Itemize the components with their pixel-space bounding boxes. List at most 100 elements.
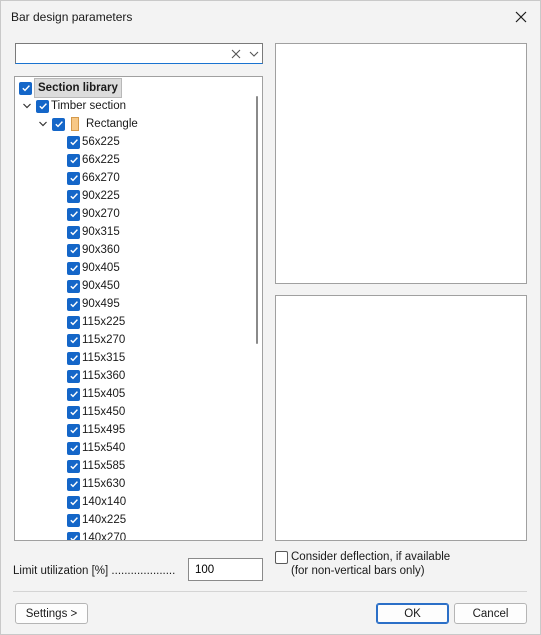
tree-item-label[interactable]: 115x630 [82, 475, 125, 493]
tree-item-label[interactable]: 90x225 [82, 187, 120, 205]
tree-item-row[interactable]: 90x450 [67, 277, 120, 295]
item-checkbox[interactable] [67, 153, 80, 167]
tree-item-label[interactable]: 56x225 [82, 133, 120, 151]
tree-item-row[interactable]: 115x495 [67, 421, 125, 439]
item-checkbox[interactable] [67, 333, 80, 347]
tree-item-row[interactable]: 115x630 [67, 475, 125, 493]
root-checkbox[interactable] [19, 81, 32, 95]
tree-item-row[interactable]: 115x360 [67, 367, 125, 385]
item-checkbox[interactable] [67, 387, 80, 401]
tree-item-label[interactable]: 115x450 [82, 403, 125, 421]
tree-item-row[interactable]: 115x540 [67, 439, 125, 457]
tree-item-label[interactable]: 140x140 [82, 493, 126, 511]
group-checkbox[interactable] [36, 99, 49, 113]
tree-item-label[interactable]: 115x585 [82, 457, 125, 475]
tree-item-row[interactable]: 90x315 [67, 223, 120, 241]
tree-root-label[interactable]: Section library [34, 78, 122, 98]
tree-item-row[interactable]: 140x225 [67, 511, 126, 529]
item-checkbox[interactable] [67, 135, 80, 149]
section-filter-input[interactable] [18, 45, 223, 62]
tree-item-label[interactable]: 90x315 [82, 223, 120, 241]
item-checkbox[interactable] [67, 207, 80, 221]
item-checkbox[interactable] [67, 315, 80, 329]
item-checkbox[interactable] [67, 441, 80, 455]
chevron-down-icon[interactable] [37, 118, 49, 130]
window-title: Bar design parameters [11, 10, 133, 24]
tree-item-row[interactable]: 115x405 [67, 385, 125, 403]
tree-item-label[interactable]: 140x225 [82, 511, 126, 529]
tree-item-label[interactable]: 115x225 [82, 313, 125, 331]
tree-item-row[interactable]: 56x225 [67, 133, 120, 151]
tree-shape-row[interactable]: Rectangle [37, 115, 138, 133]
tree-item-row[interactable]: 115x450 [67, 403, 125, 421]
tree-item-row[interactable]: 115x225 [67, 313, 125, 331]
item-checkbox[interactable] [67, 459, 80, 473]
item-checkbox[interactable] [67, 225, 80, 239]
item-checkbox[interactable] [67, 171, 80, 185]
chevron-down-icon[interactable] [21, 100, 33, 112]
cancel-button[interactable]: Cancel [454, 603, 527, 624]
item-checkbox[interactable] [67, 531, 80, 540]
tree-item-label[interactable]: 90x360 [82, 241, 120, 259]
tree-group-label[interactable]: Timber section [51, 97, 126, 115]
tree-item-row[interactable]: 90x360 [67, 241, 120, 259]
tree-item-label[interactable]: 115x540 [82, 439, 125, 457]
item-checkbox[interactable] [67, 423, 80, 437]
chevron-down-icon[interactable] [248, 47, 260, 61]
section-tree[interactable]: Section library Timber section Rectangle… [14, 76, 263, 541]
tree-item-row[interactable]: 66x270 [67, 169, 120, 187]
item-checkbox[interactable] [67, 243, 80, 257]
tree-item-label[interactable]: 66x270 [82, 169, 120, 187]
tree-item-row[interactable]: 90x225 [67, 187, 120, 205]
tree-item-row[interactable]: 140x270 [67, 529, 126, 540]
tree-item-label[interactable]: 66x225 [82, 151, 120, 169]
consider-deflection-line1: Consider deflection, if available [291, 551, 451, 563]
item-checkbox[interactable] [67, 279, 80, 293]
tree-item-row[interactable]: 66x225 [67, 151, 120, 169]
item-checkbox[interactable] [67, 297, 80, 311]
item-checkbox[interactable] [67, 189, 80, 203]
clear-icon[interactable] [230, 47, 242, 61]
tree-item-row[interactable]: 140x140 [67, 493, 126, 511]
tree-scroll-thumb[interactable] [256, 96, 258, 344]
tree-item-row[interactable]: 90x405 [67, 259, 120, 277]
item-checkbox[interactable] [67, 495, 80, 509]
tree-item-label[interactable]: 90x270 [82, 205, 120, 223]
tree-item-label[interactable]: 90x450 [82, 277, 120, 295]
rectangle-icon [71, 117, 79, 131]
tree-item-row[interactable]: 90x270 [67, 205, 120, 223]
tree-item-label[interactable]: 115x270 [82, 331, 125, 349]
section-filter-combo[interactable] [15, 43, 263, 64]
tree-item-label[interactable]: 115x360 [82, 367, 125, 385]
tree-item-label[interactable]: 140x270 [82, 529, 126, 540]
tree-item-row[interactable]: 115x315 [67, 349, 125, 367]
section-properties-panel [275, 295, 527, 541]
tree-item-label[interactable]: 115x495 [82, 421, 125, 439]
item-checkbox[interactable] [67, 369, 80, 383]
tree-item-label[interactable]: 90x405 [82, 259, 120, 277]
ok-button[interactable]: OK [376, 603, 449, 624]
tree-item-label[interactable]: 90x495 [82, 295, 120, 313]
tree-item-row[interactable]: 90x495 [67, 295, 120, 313]
item-checkbox[interactable] [67, 405, 80, 419]
tree-item-label[interactable]: 115x315 [82, 349, 125, 367]
shape-checkbox[interactable] [52, 117, 65, 131]
limit-utilization-label: Limit utilization [%] ..................… [13, 565, 176, 577]
item-checkbox[interactable] [67, 477, 80, 491]
settings-button[interactable]: Settings > [15, 603, 88, 624]
tree-scrollbar[interactable] [251, 78, 262, 539]
item-checkbox[interactable] [67, 261, 80, 275]
tree-root-row[interactable]: Section library [19, 78, 122, 98]
tree-item-row[interactable]: 115x585 [67, 457, 125, 475]
consider-deflection-checkbox[interactable] [275, 551, 288, 564]
tree-shape-label[interactable]: Rectangle [86, 115, 138, 133]
limit-utilization-input[interactable] [188, 558, 263, 581]
section-preview-panel [275, 43, 527, 284]
consider-deflection-label[interactable]: Consider deflection, if available (for n… [291, 550, 450, 578]
close-button[interactable] [508, 5, 534, 29]
tree-item-label[interactable]: 115x405 [82, 385, 125, 403]
item-checkbox[interactable] [67, 351, 80, 365]
tree-item-row[interactable]: 115x270 [67, 331, 125, 349]
item-checkbox[interactable] [67, 513, 80, 527]
tree-group-row[interactable]: Timber section [21, 97, 126, 115]
